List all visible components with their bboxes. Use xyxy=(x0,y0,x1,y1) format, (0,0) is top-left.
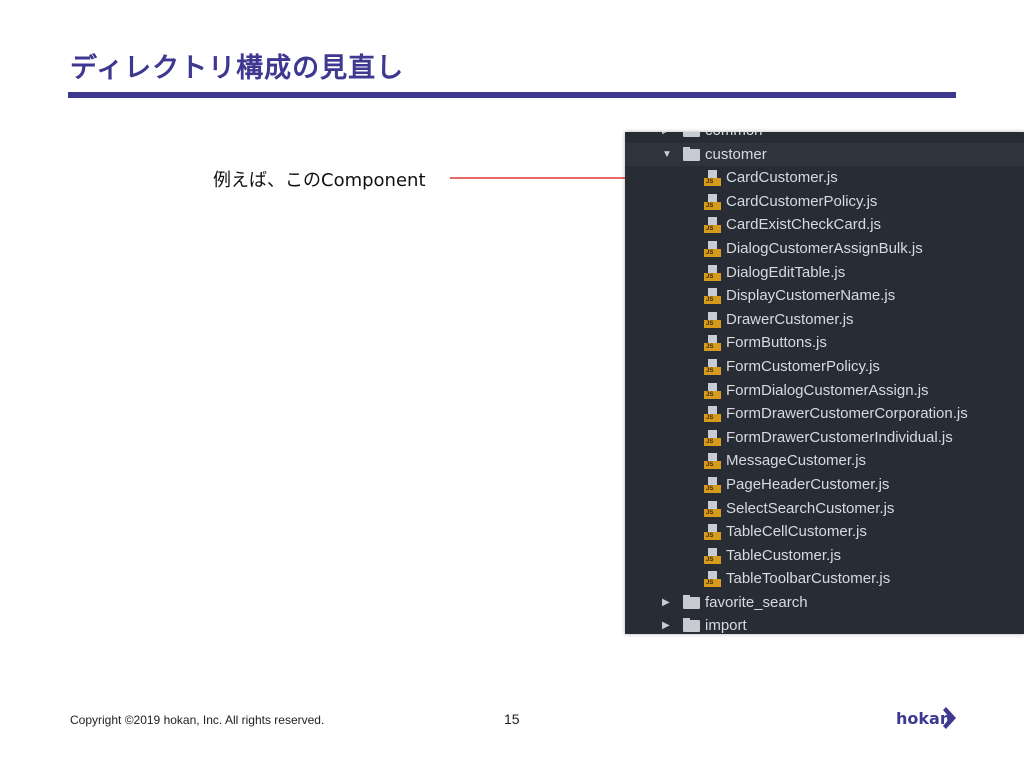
file-name: PageHeaderCustomer.js xyxy=(726,475,890,493)
file-item[interactable]: JS CardCustomerPolicy.js xyxy=(625,190,1024,214)
js-file-icon: JS xyxy=(704,217,721,234)
file-item[interactable]: JS CardExistCheckCard.js xyxy=(625,213,1024,237)
chevron-right-icon[interactable]: ▶ xyxy=(662,132,670,143)
file-name: TableCellCustomer.js xyxy=(726,523,867,541)
file-tree-panel: ▶ common ▼ customer JS CardCustomer.js JS CardC… xyxy=(625,132,1024,634)
file-name: DialogCustomerAssignBulk.js xyxy=(726,239,923,257)
file-name: TableCustomer.js xyxy=(726,546,842,564)
js-file-icon: JS xyxy=(704,571,721,588)
file-name: CardCustomerPolicy.js xyxy=(726,192,878,210)
hokan-logo: hokan xyxy=(896,707,956,729)
chevron-right-icon[interactable]: ▶ xyxy=(662,614,670,634)
js-file-icon: JS xyxy=(704,311,721,328)
file-name: FormDrawerCustomerCorporation.js xyxy=(726,405,968,423)
file-item[interactable]: JS FormButtons.js xyxy=(625,331,1024,355)
js-file-icon: JS xyxy=(704,264,721,281)
page-number: 15 xyxy=(504,711,520,727)
folder-icon xyxy=(683,618,700,633)
file-item[interactable]: JS PageHeaderCustomer.js xyxy=(625,473,1024,497)
file-item[interactable]: JS DialogCustomerAssignBulk.js xyxy=(625,237,1024,261)
file-item[interactable]: JS DisplayCustomerName.js xyxy=(625,284,1024,308)
file-item[interactable]: JS TableCellCustomer.js xyxy=(625,520,1024,544)
file-name: CardCustomer.js xyxy=(726,169,838,187)
js-file-icon: JS xyxy=(704,288,721,305)
folder-name: common xyxy=(705,132,763,143)
js-file-icon: JS xyxy=(704,335,721,352)
js-file-icon: JS xyxy=(704,500,721,517)
file-name: SelectSearchCustomer.js xyxy=(726,499,895,517)
page-title: ディレクトリ構成の見直し xyxy=(70,53,405,84)
file-item[interactable]: JS DialogEditTable.js xyxy=(625,261,1024,285)
file-name: MessageCustomer.js xyxy=(726,452,867,470)
file-item[interactable]: JS FormDialogCustomerAssign.js xyxy=(625,379,1024,403)
folder-item[interactable]: ▼ customer xyxy=(625,142,1024,167)
file-item[interactable]: JS FormCustomerPolicy.js xyxy=(625,355,1024,379)
folder-icon xyxy=(683,146,700,161)
chevron-down-icon[interactable]: ▼ xyxy=(662,143,672,167)
folder-name: favorite_search xyxy=(705,593,808,611)
js-file-icon: JS xyxy=(704,406,721,423)
file-name: CardExistCheckCard.js xyxy=(726,216,882,234)
js-file-icon: JS xyxy=(704,524,721,541)
file-name: FormDrawerCustomerIndividual.js xyxy=(726,428,953,446)
file-name: FormCustomerPolicy.js xyxy=(726,357,880,375)
js-file-icon: JS xyxy=(704,476,721,493)
file-name: TableToolbarCustomer.js xyxy=(726,570,891,588)
js-file-icon: JS xyxy=(704,358,721,375)
js-file-icon: JS xyxy=(704,193,721,210)
file-item[interactable]: JS FormDrawerCustomerIndividual.js xyxy=(625,426,1024,450)
js-file-icon: JS xyxy=(704,170,721,187)
js-file-icon: JS xyxy=(704,429,721,446)
js-file-icon: JS xyxy=(704,453,721,470)
svg-text:hokan: hokan xyxy=(896,709,951,728)
js-file-icon: JS xyxy=(704,547,721,564)
file-item[interactable]: JS SelectSearchCustomer.js xyxy=(625,497,1024,521)
title-divider xyxy=(68,92,956,98)
file-item[interactable]: JS FormDrawerCustomerCorporation.js xyxy=(625,402,1024,426)
file-name: DialogEditTable.js xyxy=(726,263,846,281)
file-item[interactable]: JS MessageCustomer.js xyxy=(625,449,1024,473)
file-item[interactable]: JS TableToolbarCustomer.js xyxy=(625,567,1024,591)
chevron-right-icon[interactable]: ▶ xyxy=(662,591,670,615)
js-file-icon: JS xyxy=(704,240,721,257)
folder-item[interactable]: ▶ favorite_search xyxy=(625,591,1024,615)
folder-name: customer xyxy=(705,145,767,163)
copyright: Copyright ©2019 hokan, Inc. All rights r… xyxy=(70,713,325,727)
folder-item[interactable]: ▶ import xyxy=(625,614,1024,634)
folder-icon xyxy=(683,594,700,609)
folder-item[interactable]: ▶ common xyxy=(625,132,1024,143)
file-item[interactable]: JS CardCustomer.js xyxy=(625,166,1024,190)
folder-icon xyxy=(683,132,700,137)
file-tree: ▶ common ▼ customer JS CardCustomer.js JS CardC… xyxy=(625,132,1024,634)
caption: 例えば、このComponent xyxy=(213,170,426,191)
file-name: DisplayCustomerName.js xyxy=(726,287,896,305)
folder-name: import xyxy=(705,617,747,634)
file-item[interactable]: JS DrawerCustomer.js xyxy=(625,308,1024,332)
file-name: DrawerCustomer.js xyxy=(726,310,854,328)
file-item[interactable]: JS TableCustomer.js xyxy=(625,544,1024,568)
file-name: FormButtons.js xyxy=(726,334,827,352)
js-file-icon: JS xyxy=(704,382,721,399)
file-name: FormDialogCustomerAssign.js xyxy=(726,381,929,399)
